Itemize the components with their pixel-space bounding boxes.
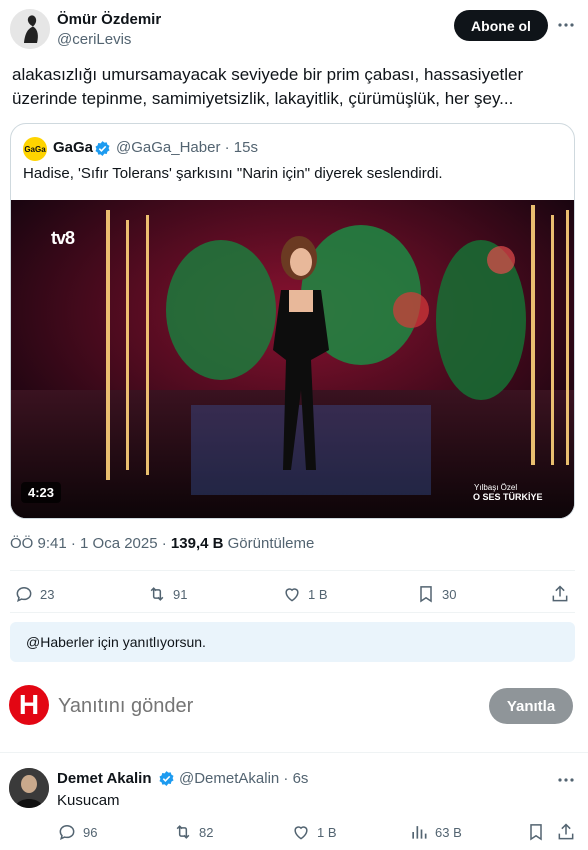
reply-count: 96 <box>83 824 98 840</box>
reply-author-avatar[interactable] <box>9 768 49 808</box>
more-options-icon[interactable] <box>557 771 575 789</box>
quoted-tweet-card[interactable]: GaGa GaGa @GaGa_Haber · 15s Hadise, 'Sıf… <box>10 123 575 519</box>
divider <box>0 752 588 753</box>
repost-icon <box>176 825 190 839</box>
like-action[interactable]: 1 B <box>282 584 328 604</box>
more-options-icon[interactable] <box>557 16 575 34</box>
reply-action[interactable]: 23 <box>14 584 54 604</box>
quote-handle-time[interactable]: @GaGa_Haber · 15s <box>116 139 258 156</box>
like-count: 1 B <box>317 824 337 840</box>
share-action[interactable] <box>550 584 570 604</box>
divider <box>10 570 575 571</box>
verified-badge-icon <box>94 140 111 157</box>
repost-count: 82 <box>199 824 214 840</box>
views-label: Görüntüleme <box>223 535 315 552</box>
channel-logo: tv8 <box>51 228 75 248</box>
share-icon <box>558 823 574 840</box>
share-icon <box>552 585 568 602</box>
views-count: 139,4 B <box>170 535 224 552</box>
share-action[interactable] <box>556 822 576 842</box>
video-duration-badge: 4:23 <box>21 482 62 503</box>
reply-submit-button[interactable]: Yanıtla <box>489 688 573 724</box>
reply-action[interactable]: 96 <box>57 822 97 842</box>
reply-author-name[interactable]: Demet Akalin <box>57 770 151 787</box>
repost-count: 91 <box>173 586 188 602</box>
bookmark-action[interactable]: 30 <box>416 584 456 604</box>
video-frame <box>11 200 574 518</box>
divider <box>10 612 575 613</box>
like-action[interactable]: 1 B <box>291 822 337 842</box>
reply-author-handle-time[interactable]: @DemetAkalin · 6s <box>179 770 308 787</box>
reply-input[interactable] <box>58 692 438 720</box>
bookmark-count: 30 <box>442 586 457 602</box>
reply-icon <box>16 586 32 603</box>
reply-tweet-text: Kusucam <box>57 792 120 809</box>
verified-badge-icon <box>158 770 175 787</box>
reply-icon <box>59 824 75 841</box>
quote-text: Hadise, 'Sıfır Tolerans' şarkısını "Nari… <box>23 165 443 182</box>
quote-account-logo[interactable]: GaGa <box>23 137 47 161</box>
repost-action[interactable]: 91 <box>147 584 187 604</box>
views-chart-icon <box>412 826 427 839</box>
views-action[interactable]: 63 B <box>409 822 462 842</box>
reply-count: 23 <box>40 586 55 602</box>
heart-icon <box>294 826 308 840</box>
heart-icon <box>285 588 299 602</box>
views-count: 63 B <box>435 824 462 840</box>
current-user-avatar[interactable]: H <box>9 685 49 725</box>
tweet-meta: ÖÖ 9:41 · 1 Oca 2025 · 139,4 B Görüntüle… <box>10 535 314 552</box>
bookmark-action[interactable] <box>526 822 546 842</box>
repost-icon <box>150 587 164 601</box>
tweet-text: alakasızlığı umursamayacak seviyede bir … <box>12 65 524 108</box>
bookmark-icon <box>530 824 542 841</box>
author-avatar[interactable] <box>10 9 50 49</box>
repost-action[interactable]: 82 <box>173 822 213 842</box>
author-handle[interactable]: @ceriLevis <box>57 31 131 48</box>
replying-to-text: @Haberler için yanıtlıyorsun. <box>26 634 206 650</box>
like-count: 1 B <box>308 586 328 602</box>
replying-to-banner: @Haberler için yanıtlıyorsun. <box>10 622 575 662</box>
show-overlay-subtitle: Yılbaşı Özel <box>474 483 518 492</box>
author-name[interactable]: Ömür Özdemir <box>57 11 161 28</box>
follow-button[interactable]: Abone ol <box>454 10 548 41</box>
tweet-timestamp[interactable]: ÖÖ 9:41 · 1 Oca 2025 · <box>10 535 171 552</box>
bookmark-icon <box>420 586 432 603</box>
quote-account-name[interactable]: GaGa <box>53 139 93 156</box>
video-player[interactable]: tv8 4:23 Yılbaşı Özel O SES TÜRKİYE <box>11 200 574 518</box>
show-overlay-title: O SES TÜRKİYE <box>473 492 543 502</box>
